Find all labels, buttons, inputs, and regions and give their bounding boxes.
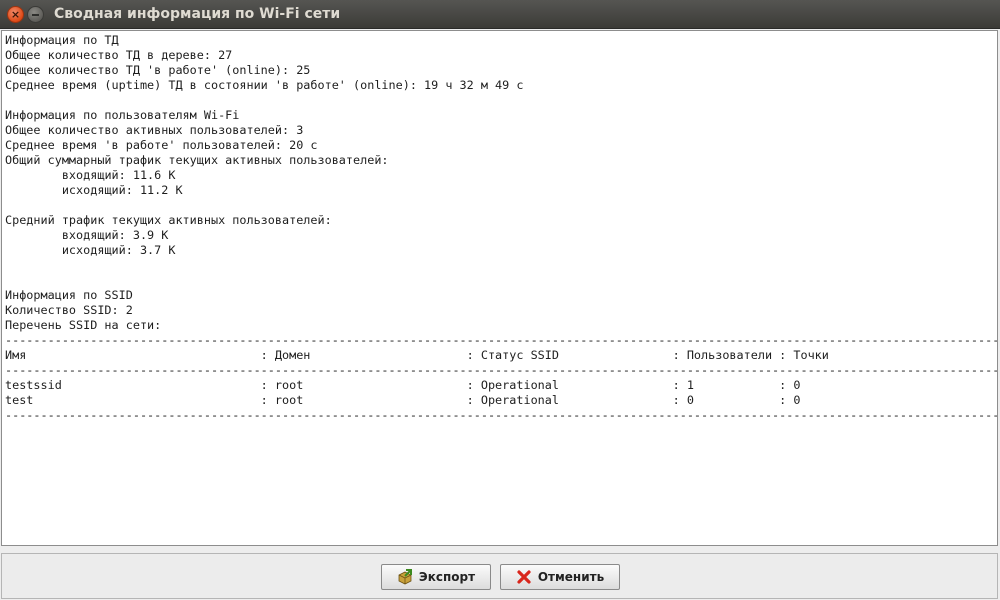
- title-bar[interactable]: × Сводная информация по Wi-Fi сети: [0, 0, 1000, 29]
- cancel-icon: [516, 569, 532, 585]
- export-icon: [397, 569, 413, 585]
- export-button-label: Экспорт: [418, 570, 476, 584]
- report-text: Информация по ТД Общее количество ТД в д…: [5, 33, 998, 422]
- export-button[interactable]: Экспорт: [381, 564, 491, 590]
- cancel-button-label: Отменить: [537, 570, 605, 584]
- cancel-button[interactable]: Отменить: [500, 564, 620, 590]
- window-title: Сводная информация по Wi-Fi сети: [54, 6, 341, 22]
- close-window-button[interactable]: ×: [7, 6, 24, 23]
- minimize-window-button[interactable]: [27, 6, 44, 23]
- summary-window: × Сводная информация по Wi-Fi сети Инфор…: [0, 0, 1000, 600]
- button-bar: Экспорт Отменить: [1, 553, 998, 599]
- report-text-area[interactable]: Информация по ТД Общее количество ТД в д…: [1, 30, 998, 546]
